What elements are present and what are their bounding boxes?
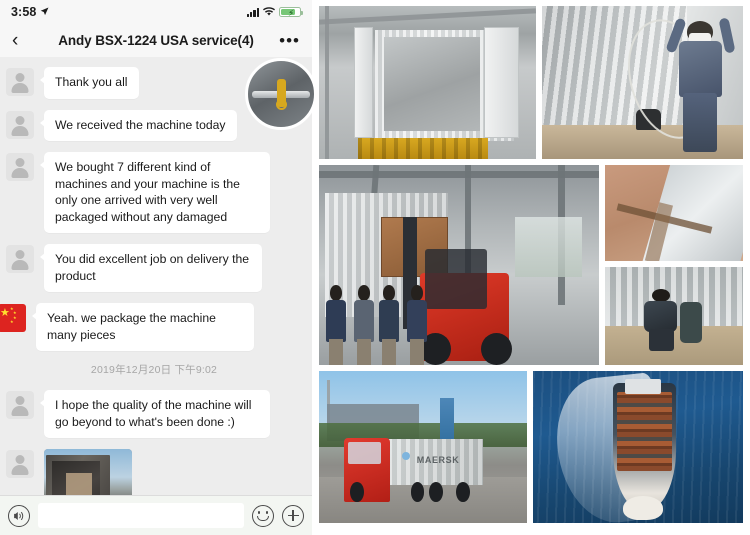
wifi-icon [263, 3, 275, 21]
status-icons: ⚡ [246, 3, 303, 21]
collage-tile-truck-with-maersk-container[interactable]: MAERSK [319, 371, 527, 523]
battery-charging-icon: ⚡ [279, 6, 303, 18]
timestamp-separator: 2019年12月20日 下午9:02 [90, 364, 218, 376]
collage-tile-container-ship-aerial[interactable] [533, 371, 743, 523]
message-bubble[interactable]: You did excellent job on delivery the pr… [40, 244, 262, 292]
add-attachment-icon[interactable] [282, 504, 304, 527]
collage-right-column [605, 165, 743, 365]
message-input[interactable] [38, 503, 244, 528]
collage-tile-forklift-loading[interactable] [319, 165, 599, 365]
message-bubble[interactable]: We bought 7 different kind of machines a… [40, 152, 270, 233]
message-bubble[interactable]: Yeah. we package the machine many pieces [32, 303, 254, 351]
avatar[interactable] [6, 153, 34, 181]
collage-tile-empty-container-interior[interactable] [319, 6, 536, 159]
chat-title: Andy BSX-1224 USA service(4) [58, 33, 254, 48]
cellular-signal-icon [246, 7, 259, 17]
collage-tile-worker-with-cable[interactable] [542, 6, 743, 159]
avatar[interactable] [6, 68, 34, 96]
back-chevron-icon[interactable]: ‹ [12, 31, 30, 50]
avatar[interactable] [6, 450, 34, 478]
location-arrow-icon [40, 3, 49, 21]
message-row: We bought 7 different kind of machines a… [4, 152, 304, 233]
maersk-label: MAERSK [416, 454, 460, 465]
message-row: You did excellent job on delivery the pr… [4, 244, 304, 292]
photo-collage: MAERSK [245, 0, 750, 535]
status-bar: 3:58 ⚡ [0, 0, 312, 24]
message-bubble[interactable]: I hope the quality of the machine will g… [40, 390, 270, 438]
chat-screenshot-app: 3:58 ⚡ ‹ Andy BSX-1224 USA service(4) ••… [0, 0, 750, 535]
message-bubble[interactable]: Thank you all [40, 67, 139, 99]
collage-row-bottom: MAERSK [319, 371, 743, 523]
message-row: ★ ★ ★ ★ ★ Yeah. we package the machine many … [0, 303, 304, 351]
photo-message-thumbnail[interactable] [44, 449, 132, 495]
avatar[interactable] [6, 391, 34, 419]
collage-tile-container-corner-detail[interactable] [605, 165, 743, 261]
message-input-bar [0, 495, 312, 535]
collage-tile-worker-securing-floor[interactable] [605, 267, 743, 365]
chat-header: ‹ Andy BSX-1224 USA service(4) ••• [0, 24, 312, 57]
collage-row-middle [245, 58, 743, 365]
more-options-icon[interactable]: ••• [279, 32, 300, 49]
message-bubble[interactable]: We received the machine today [40, 109, 237, 141]
collage-row-top [319, 6, 743, 159]
voice-input-icon[interactable] [8, 504, 30, 527]
avatar[interactable] [6, 110, 34, 139]
emoji-icon[interactable] [252, 504, 274, 527]
message-row: I hope the quality of the machine will g… [4, 390, 304, 438]
message-row [4, 449, 304, 495]
avatar-china-flag[interactable]: ★ ★ ★ ★ ★ [0, 304, 26, 332]
avatar[interactable] [6, 245, 34, 273]
lashing-hardware-closeup-inset[interactable] [245, 58, 317, 130]
status-time: 3:58 [11, 5, 37, 19]
